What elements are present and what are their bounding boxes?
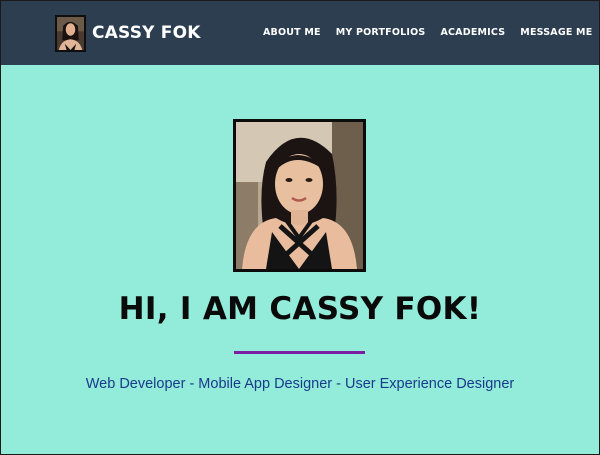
- hero-divider: [234, 351, 365, 354]
- nav-link-academics[interactable]: ACADEMICS: [440, 27, 505, 39]
- nav-item-about-me: ABOUT ME: [263, 27, 321, 39]
- avatar-portrait-image: [57, 16, 84, 50]
- brand-name: CASSY FOK: [92, 22, 201, 43]
- nav-item-my-portfolios: MY PORTFOLIOS: [336, 27, 426, 39]
- hero-subtitle: Web Developer - Mobile App Designer - Us…: [85, 376, 515, 392]
- nav-link-my-portfolios[interactable]: MY PORTFOLIOS: [336, 27, 426, 39]
- nav-link-about-me[interactable]: ABOUT ME: [263, 27, 321, 39]
- brand-link[interactable]: CASSY FOK: [55, 14, 201, 52]
- nav-link-message-me[interactable]: MESSAGE ME: [520, 27, 592, 39]
- brand-avatar: [55, 14, 86, 52]
- top-navbar: CASSY FOK ABOUT ME MY PORTFOLIOS ACADEMI…: [1, 1, 599, 65]
- nav-item-message-me: MESSAGE ME: [520, 27, 592, 39]
- hero-title: HI, I AM CASSY FOK!: [118, 291, 482, 327]
- nav-item-academics: ACADEMICS: [440, 27, 505, 39]
- profile-portrait-image: [236, 122, 363, 269]
- nav-menu: ABOUT ME MY PORTFOLIOS ACADEMICS MESSAGE…: [263, 27, 592, 39]
- hero-profile-photo: [233, 119, 366, 272]
- page-frame: CASSY FOK ABOUT ME MY PORTFOLIOS ACADEMI…: [0, 0, 600, 455]
